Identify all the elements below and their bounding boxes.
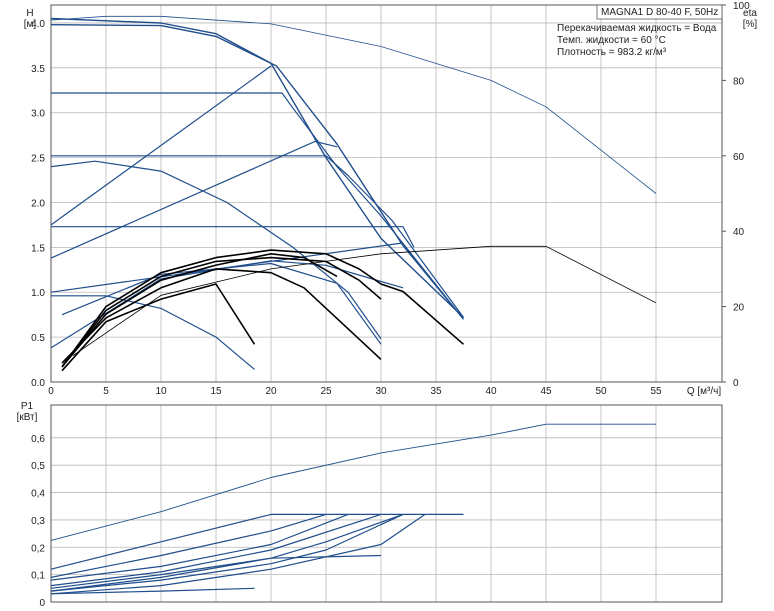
y-tick-label: 1.0 <box>31 288 45 299</box>
y-axis-label: H <box>26 8 33 19</box>
upper-x-tick-labels: 0 5 10 15 20 25 30 35 40 45 50 55 <box>48 386 662 397</box>
p1-tick-label: 0,1 <box>31 571 45 582</box>
p1-tick-label: 0,5 <box>31 461 45 472</box>
p1-tick-label: 0,3 <box>31 516 45 527</box>
y-axis-unit: [м] <box>24 19 37 30</box>
x-tick-label: 55 <box>650 386 662 397</box>
head-curve <box>51 92 464 320</box>
chart-title: MAGNA1 D 80-40 F, 50Hz <box>601 7 718 18</box>
p1-tick-label: 0,2 <box>31 543 45 554</box>
p1-axis-unit: [кВт] <box>17 412 38 423</box>
y2-tick-label: 20 <box>733 303 745 314</box>
x-tick-label: 0 <box>48 386 54 397</box>
y-tick-label: 0.5 <box>31 333 45 344</box>
y-tick-label: 2.5 <box>31 154 45 165</box>
y-tick-label: 0.0 <box>31 378 45 389</box>
info-temperature: Темп. жидкости = 60 °C <box>557 35 666 46</box>
y-tick-label: 2.0 <box>31 198 45 209</box>
lower-plot-frame <box>50 404 723 603</box>
p1-tick-label: 0,6 <box>31 434 45 445</box>
x-tick-label: 35 <box>430 386 442 397</box>
upper-plot-frame <box>50 4 723 383</box>
efficiency-tick-labels: 020406080100 <box>722 1 750 389</box>
efficiency-curve <box>72 245 657 356</box>
p1-tick-label: 0 <box>39 598 45 609</box>
info-density: Плотность = 983.2 кг/м³ <box>557 47 667 58</box>
lower-gridlines <box>50 405 722 603</box>
x-tick-label: 30 <box>375 386 387 397</box>
info-fluid: Перекачиваемая жидкость = Вода <box>557 23 717 34</box>
y-tick-label: 1.5 <box>31 243 45 254</box>
power-curves <box>50 423 656 595</box>
y2-tick-label: 0 <box>733 378 739 389</box>
p1-tick-label: 0,4 <box>31 489 45 500</box>
upper-gridlines <box>50 5 722 383</box>
y-tick-label: 3.0 <box>31 109 45 120</box>
x-tick-label: 50 <box>595 386 607 397</box>
y-tick-label: 3.5 <box>31 64 45 75</box>
y2-tick-label: 60 <box>733 152 745 163</box>
head-curves <box>50 17 465 370</box>
y2-axis-label: eta <box>743 8 757 19</box>
head-curve <box>50 24 465 320</box>
p1-axis-label: P1 <box>21 401 34 412</box>
x-tick-label: 40 <box>485 386 497 397</box>
x-axis-label: Q [м³/ч] <box>687 386 722 397</box>
x-tick-label: 20 <box>265 386 277 397</box>
head-curve <box>51 226 415 248</box>
head-curve <box>50 140 338 259</box>
x-tick-label: 5 <box>103 386 109 397</box>
upper-y-tick-labels: 0.00.51.01.52.02.53.03.54.0 <box>31 19 45 389</box>
lower-y-tick-labels: 0 0,1 0,2 0,3 0,4 0,5 0,6 <box>31 434 45 609</box>
x-tick-label: 25 <box>320 386 332 397</box>
y2-tick-label: 80 <box>733 76 745 87</box>
x-tick-label: 10 <box>155 386 167 397</box>
pump-performance-chart: 0 5 10 15 20 25 30 35 40 45 50 55 0.0 0.5 1.0 1.5 2.0 2.… <box>17 1 758 609</box>
efficiency-curves <box>50 15 657 372</box>
efficiency-curve <box>61 268 382 364</box>
x-tick-label: 15 <box>210 386 222 397</box>
y2-tick-label: 40 <box>733 227 745 238</box>
x-tick-label: 45 <box>540 386 552 397</box>
y2-axis-unit: [%] <box>743 19 758 30</box>
